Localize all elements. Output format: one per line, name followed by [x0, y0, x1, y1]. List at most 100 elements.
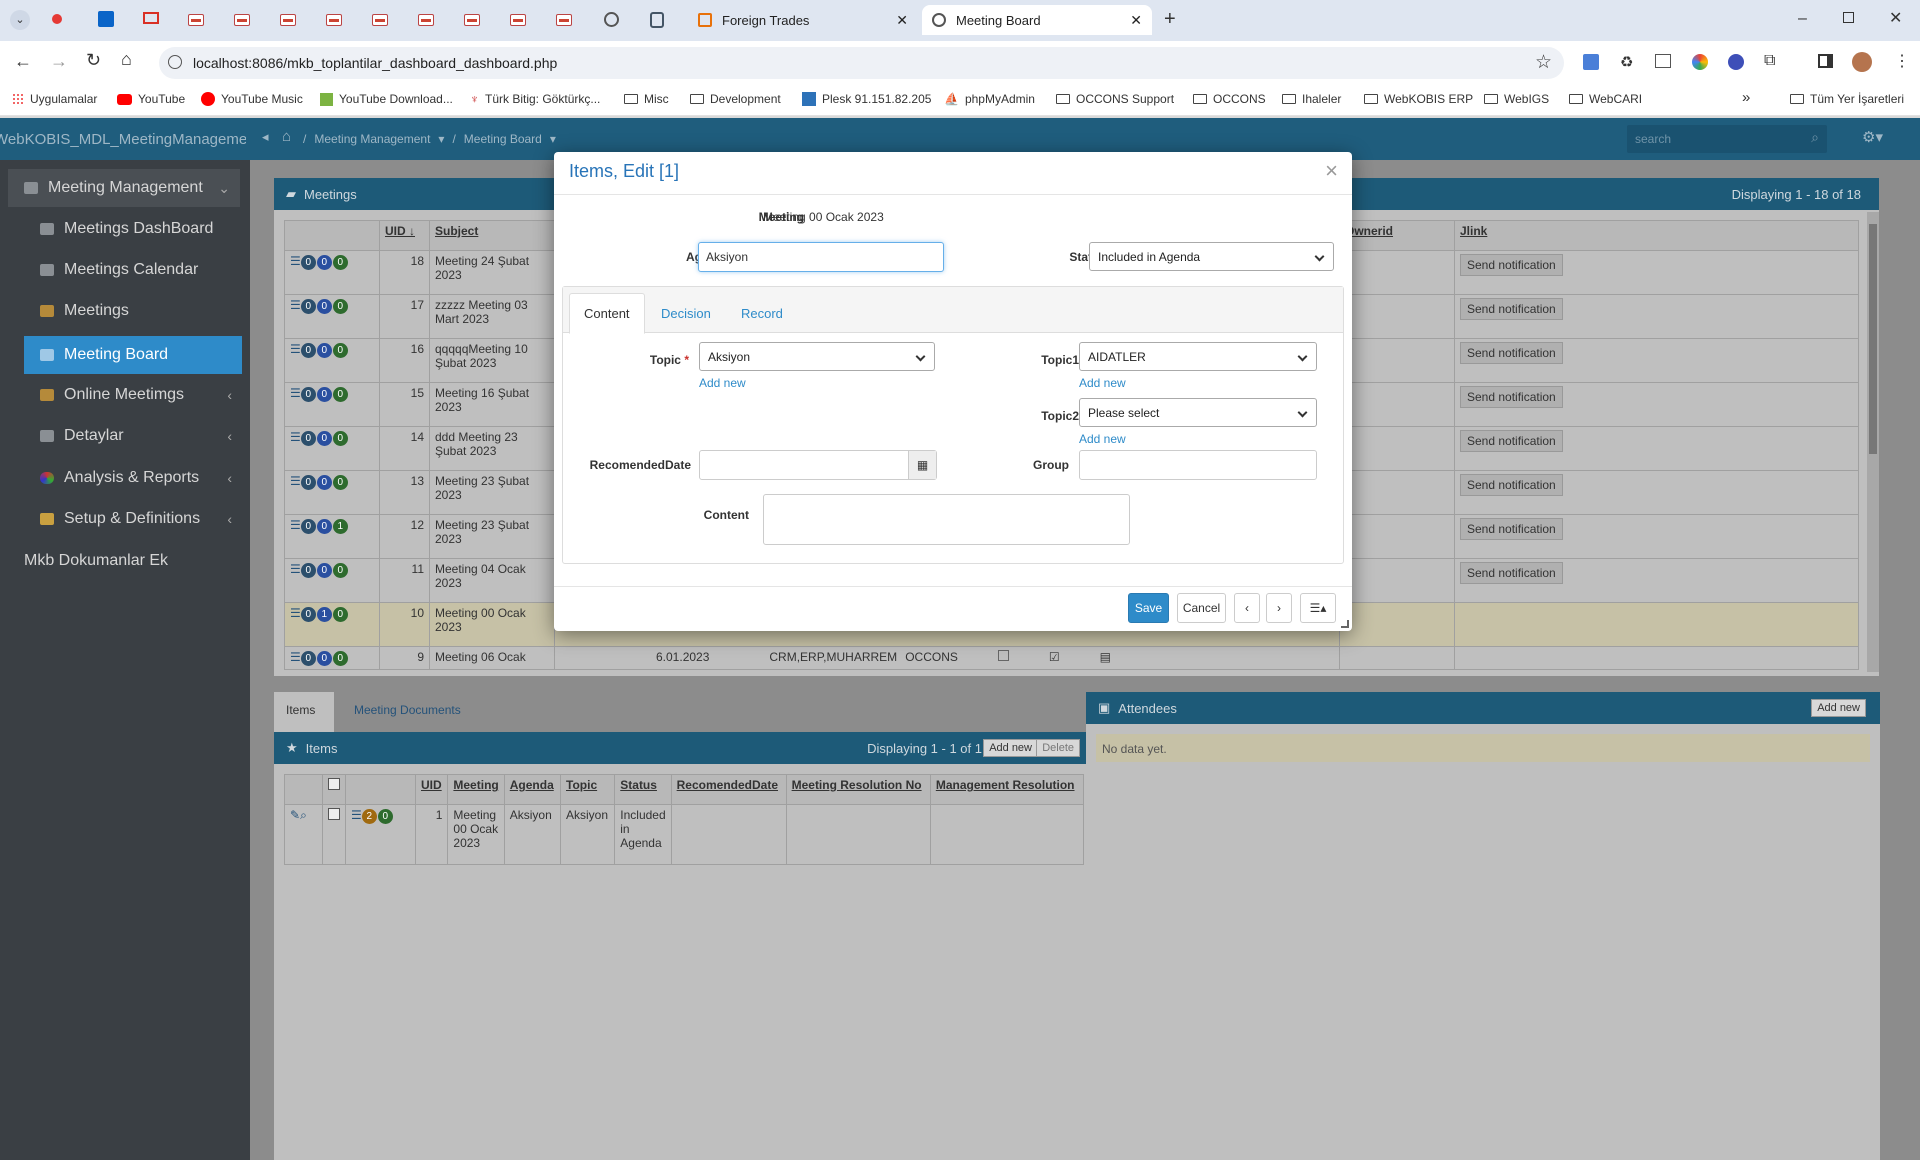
url-field[interactable]: localhost:8086/mkb_toplantilar_dashboard… — [159, 47, 1564, 79]
bookmark-occons[interactable]: OCCONS — [1193, 92, 1266, 106]
close-icon[interactable]: × — [1325, 158, 1338, 184]
list-icon[interactable]: ☰ — [290, 430, 301, 444]
count-badge[interactable]: 0 — [316, 519, 332, 534]
topic1-select[interactable]: AIDATLER — [1079, 342, 1317, 371]
send-notification-button[interactable]: Send notification — [1460, 474, 1563, 496]
tab-meeting-board[interactable]: Meeting Board ✕ — [922, 5, 1152, 35]
count-badge[interactable]: 0 — [300, 431, 316, 446]
count-badge[interactable]: 0 — [316, 431, 332, 446]
add-new-button[interactable]: Add new — [1811, 699, 1866, 717]
search-icon[interactable]: ⌕ — [300, 808, 307, 822]
scrollbar-thumb[interactable] — [1869, 224, 1877, 454]
site-info-icon[interactable] — [168, 55, 182, 69]
topic2-select[interactable]: Please select — [1079, 398, 1317, 427]
count-badge[interactable]: 0 — [316, 299, 332, 314]
bookmark-turk-bitig[interactable]: ♆ Türk Bitig: Göktürkç... — [470, 92, 600, 106]
checkbox[interactable] — [997, 650, 1009, 661]
col-topic[interactable]: Topic — [560, 774, 616, 805]
col-subject[interactable]: Subject — [429, 220, 555, 251]
bookmark-phpmyadmin[interactable]: ⛵ phpMyAdmin — [944, 92, 1035, 106]
bookmark-development[interactable]: Development — [690, 92, 781, 106]
extension-icon[interactable] — [1655, 54, 1671, 68]
new-tab-button[interactable]: + — [1164, 8, 1176, 31]
scrollbar[interactable] — [1867, 212, 1879, 672]
count-badge[interactable]: 0 — [332, 563, 348, 578]
list-icon[interactable]: ☰ — [351, 808, 362, 822]
send-notification-button[interactable]: Send notification — [1460, 386, 1563, 408]
count-badge[interactable]: 0 — [316, 475, 332, 490]
count-badge[interactable]: 0 — [316, 255, 332, 270]
save-button[interactable]: Save — [1128, 593, 1169, 623]
bookmark-occons-support[interactable]: OCCONS Support — [1056, 92, 1174, 106]
col-uid[interactable]: UID — [414, 774, 449, 805]
list-icon[interactable]: ☰ — [290, 518, 301, 532]
count-badge[interactable]: 0 — [300, 651, 316, 666]
minimize-button[interactable]: – — [1798, 10, 1807, 28]
pinned-tab-icon[interactable] — [230, 8, 254, 32]
topic-add-new-link[interactable]: Add new — [699, 376, 746, 390]
home-icon[interactable]: ⌂ — [121, 49, 132, 70]
count-badge[interactable]: 0 — [332, 387, 348, 402]
select-all-checkbox[interactable] — [328, 778, 340, 790]
breadcrumb-meeting-management[interactable]: Meeting Management — [314, 132, 430, 146]
bookmark-webcari[interactable]: WebCARI — [1569, 92, 1642, 106]
close-icon[interactable]: ✕ — [896, 12, 908, 29]
row-checkbox[interactable] — [328, 808, 340, 820]
previous-button[interactable]: ‹ — [1234, 593, 1260, 623]
pinned-tab-icon[interactable] — [650, 12, 664, 28]
topic1-add-new-link[interactable]: Add new — [1079, 376, 1126, 390]
count-badge[interactable]: 0 — [332, 343, 348, 358]
count-badge[interactable]: 0 — [316, 563, 332, 578]
tab-meeting-documents[interactable]: Meeting Documents — [354, 703, 461, 717]
puzzle-icon[interactable]: ⧉ — [1764, 52, 1775, 70]
extension-icon[interactable]: ♻ — [1620, 53, 1633, 71]
count-badge[interactable]: 0 — [300, 299, 316, 314]
pinned-tab-icon[interactable] — [368, 8, 392, 32]
send-notification-button[interactable]: Send notification — [1460, 254, 1563, 276]
topic-select[interactable]: Aksiyon — [699, 342, 935, 371]
sidebar-toggle-icon[interactable]: ◂ — [262, 129, 269, 145]
sidebar-item-online-meetings[interactable]: Online Meetimgs ‹ — [24, 376, 242, 414]
count-badge[interactable]: 0 — [332, 651, 348, 666]
checked-checkbox[interactable]: ☑ — [1049, 650, 1060, 664]
translate-icon[interactable] — [1583, 54, 1599, 70]
edit-icon[interactable]: ✎ — [290, 808, 300, 822]
bookmark-misc[interactable]: Misc — [624, 92, 669, 106]
printer-icon[interactable]: ▤ — [1100, 650, 1111, 664]
table-row[interactable]: ✎⌕ ☰ 2 0 1 Meeting 00 Ocak 2023 Aksiyon Ak… — [284, 804, 1085, 865]
tab-record[interactable]: Record — [727, 293, 797, 333]
pinned-tab-icon[interactable] — [506, 8, 530, 32]
content-textarea[interactable] — [763, 494, 1130, 545]
resize-handle[interactable] — [1341, 620, 1349, 628]
list-icon[interactable]: ☰ — [290, 298, 301, 312]
search-icon[interactable]: ⌕ — [1811, 129, 1819, 146]
pinned-tab-icon[interactable] — [52, 14, 62, 24]
count-badge[interactable]: 0 — [332, 255, 348, 270]
col-recomended-date[interactable]: RecomendedDate — [670, 774, 787, 805]
col-meeting[interactable]: Meeting — [447, 774, 505, 805]
next-button[interactable]: › — [1266, 593, 1292, 623]
outlook-icon[interactable] — [98, 11, 114, 27]
count-badge[interactable]: 2 — [361, 809, 377, 824]
globe-icon[interactable] — [604, 12, 619, 27]
bookmark-youtube[interactable]: YouTube — [117, 92, 185, 106]
count-badge[interactable]: 0 — [300, 519, 316, 534]
send-notification-button[interactable]: Send notification — [1460, 342, 1563, 364]
count-badge[interactable]: 0 — [300, 255, 316, 270]
count-badge[interactable]: 0 — [300, 343, 316, 358]
menu-icon[interactable]: ⋮ — [1894, 51, 1910, 71]
count-badge[interactable]: 0 — [377, 809, 393, 824]
gear-icon[interactable]: ⚙▾ — [1862, 128, 1883, 146]
col-meeting-resolution-no[interactable]: Meeting Resolution No — [785, 774, 931, 805]
calendar-button[interactable]: ▦ — [908, 451, 936, 479]
count-badge[interactable]: 0 — [300, 387, 316, 402]
bookmark-apps[interactable]: Uygulamalar — [12, 92, 97, 106]
list-icon[interactable]: ☰ — [290, 650, 301, 664]
bookmark-youtube-music[interactable]: YouTube Music — [201, 92, 303, 106]
group-input[interactable] — [1079, 450, 1317, 480]
sidebar-item-detaylar[interactable]: Detaylar ‹ — [24, 417, 242, 455]
extension-icon[interactable] — [1692, 54, 1708, 70]
pinned-tab-icon[interactable] — [460, 8, 484, 32]
count-badge[interactable]: 0 — [316, 387, 332, 402]
recomended-date-input[interactable]: ▦ — [699, 450, 937, 480]
